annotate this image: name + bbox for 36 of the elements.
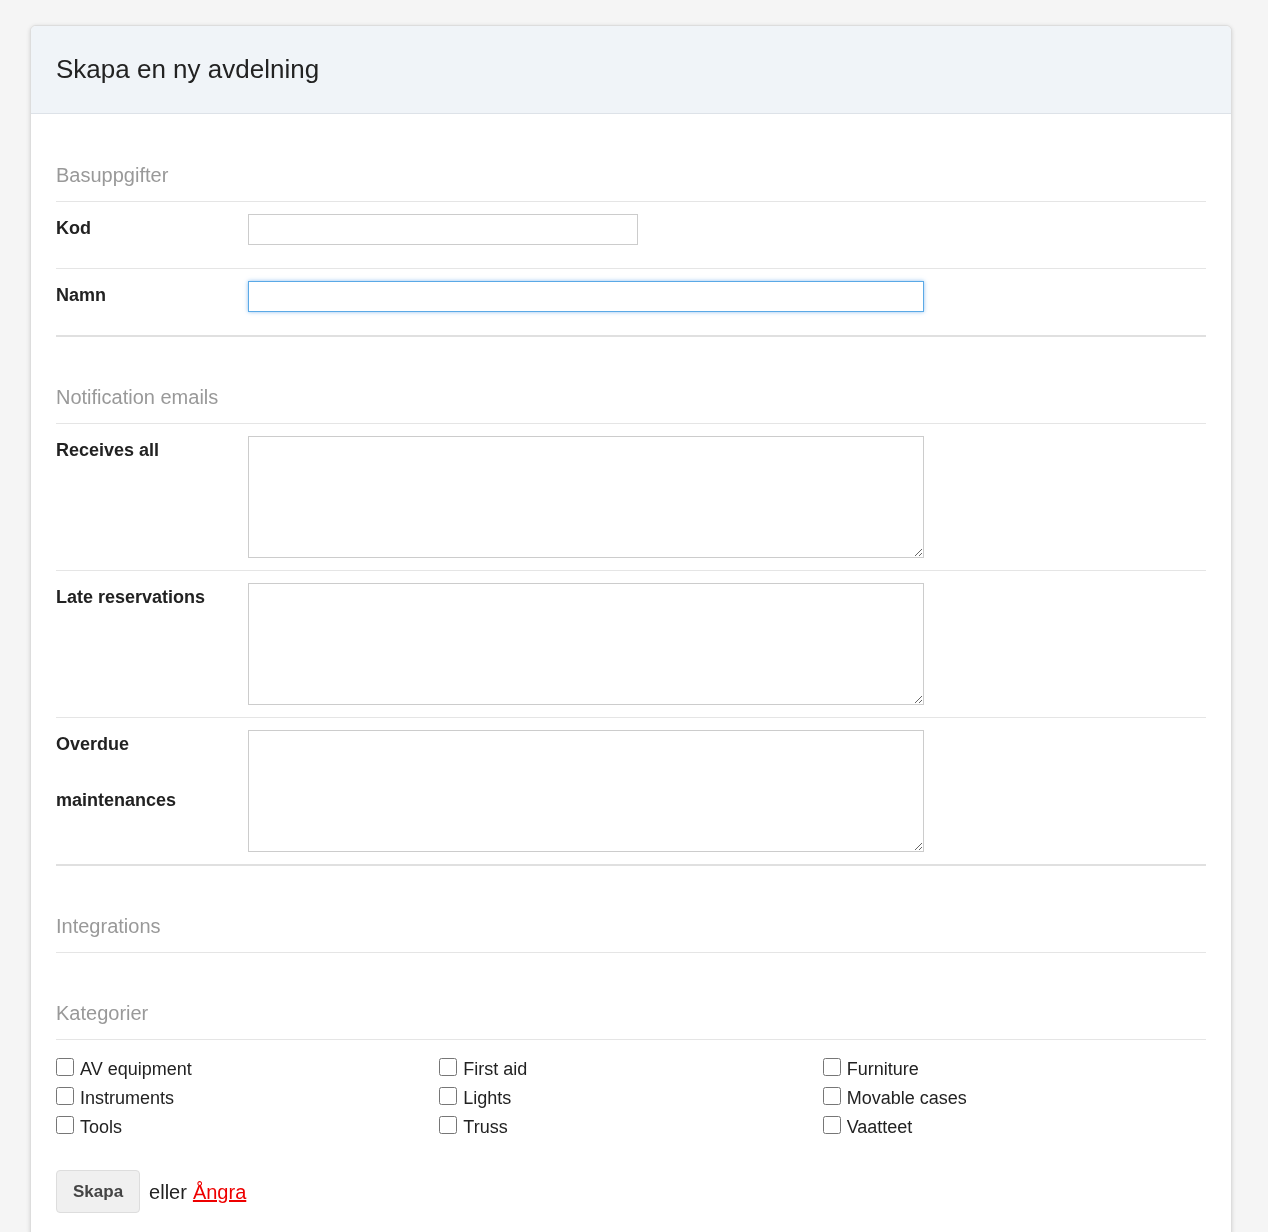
cancel-link[interactable]: Ångra (192, 1176, 247, 1207)
section-heading: Kategorier (56, 998, 1206, 1040)
checkbox-label: Truss (463, 1116, 508, 1139)
field-label: Late reservations (56, 586, 207, 609)
checkbox-label: Tools (80, 1116, 123, 1139)
checkbox-label: Furniture (846, 1058, 919, 1081)
text-area-field[interactable] (248, 436, 924, 558)
section-heading: Basuppgifter (56, 160, 1206, 202)
checkbox[interactable] (439, 1057, 458, 1076)
checkbox[interactable] (56, 1115, 74, 1134)
checkbox[interactable] (822, 1086, 841, 1105)
text-area-field[interactable] (248, 730, 924, 852)
checkbox[interactable] (822, 1115, 841, 1134)
field-label: Kod (56, 217, 92, 240)
checkbox-label: AV equipment (80, 1058, 192, 1081)
checkbox[interactable] (822, 1057, 841, 1076)
checkbox-label: Movable cases (846, 1087, 967, 1110)
input-field[interactable] (248, 214, 638, 245)
page-title: Skapa en ny avdelning (56, 53, 320, 86)
checkbox-label: First aid (463, 1058, 528, 1081)
checkbox[interactable] (439, 1115, 458, 1134)
checkbox-label: Lights (463, 1087, 512, 1110)
section-heading: Notification emails (56, 382, 1206, 424)
field-label: Receives all (56, 439, 161, 462)
field-label: Overdue maintenances (56, 733, 178, 812)
checkbox[interactable] (56, 1086, 74, 1105)
input-field[interactable] (248, 281, 924, 312)
text-area-field[interactable] (248, 583, 924, 705)
create-button[interactable]: Skapa (56, 1170, 141, 1213)
field-label: Namn (56, 284, 107, 307)
checkbox[interactable] (56, 1057, 74, 1076)
checkbox[interactable] (439, 1086, 458, 1105)
checkbox-label: Vaatteet (846, 1116, 913, 1139)
section-heading: Integrations (56, 911, 1206, 953)
checkbox-label: Instruments (80, 1087, 175, 1110)
separator-text: eller (149, 1179, 187, 1205)
